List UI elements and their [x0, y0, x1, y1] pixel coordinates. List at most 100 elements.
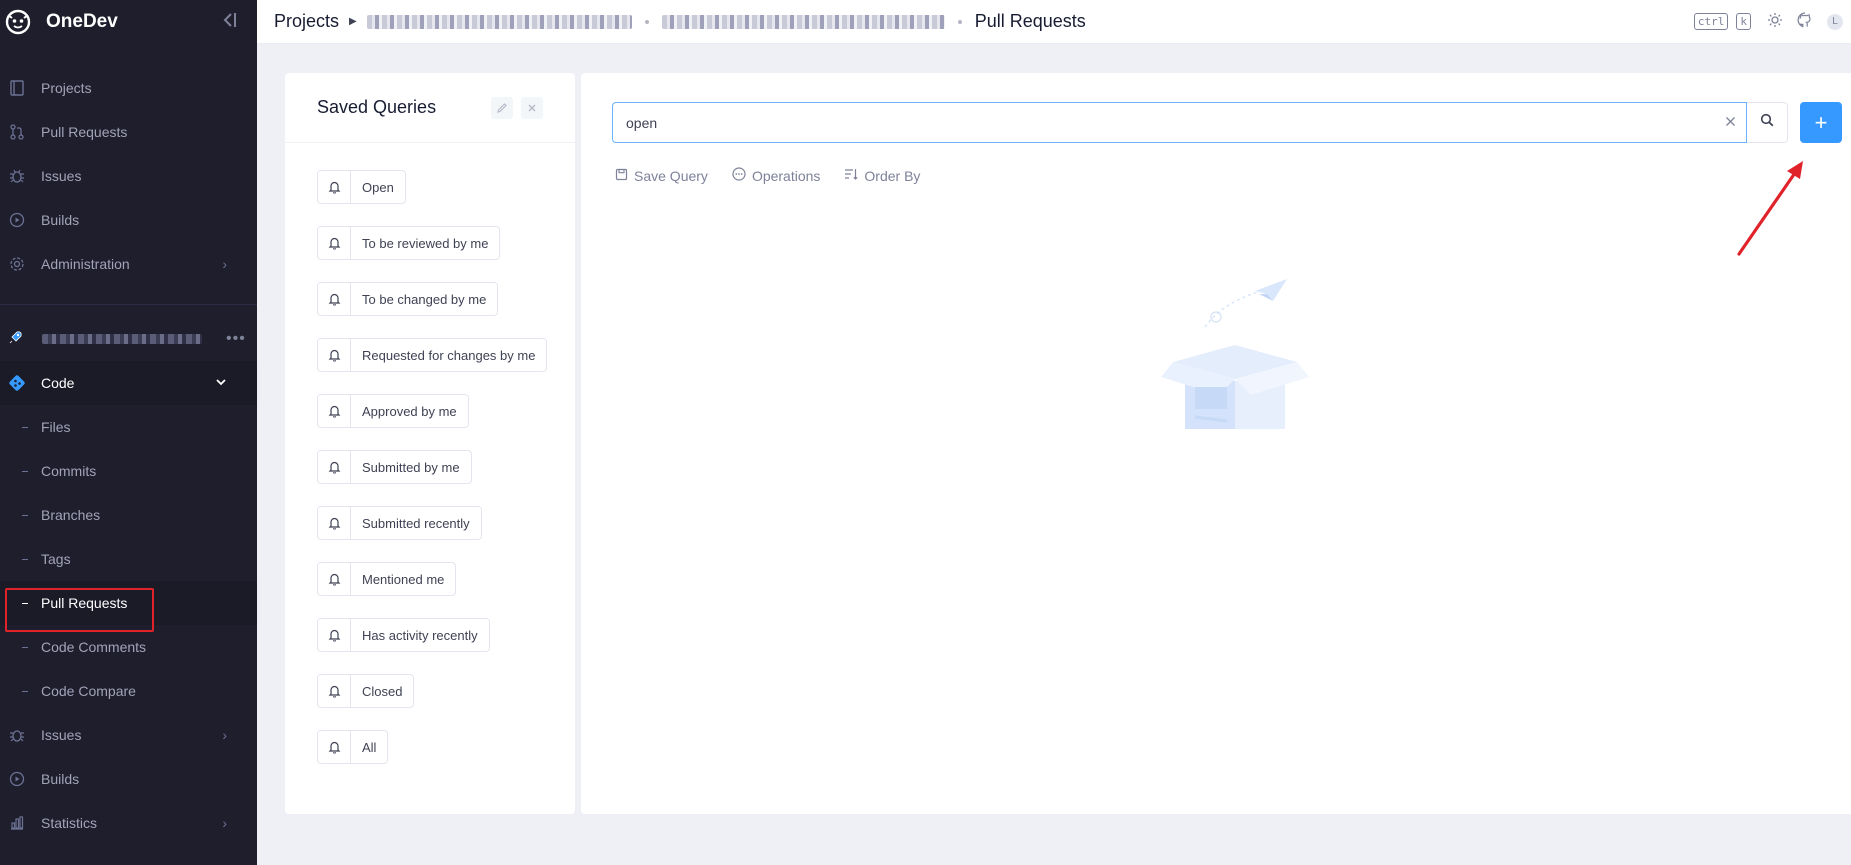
bell-icon[interactable]	[318, 227, 351, 259]
saved-query-row: Requested for changes by me	[317, 338, 575, 394]
sidebar-subitem-pull-requests[interactable]: Pull Requests	[0, 581, 257, 625]
onedev-logo-icon[interactable]	[4, 8, 32, 36]
clear-query-icon[interactable]	[1725, 114, 1736, 130]
sidebar-item-project-builds[interactable]: Builds	[0, 757, 257, 801]
sidebar-item-pull-requests[interactable]: Pull Requests	[0, 110, 257, 154]
sidebar-item-project-issues[interactable]: Issues ›	[0, 713, 257, 757]
sidebar-item-label: Statistics	[41, 815, 98, 831]
project-name-redacted	[42, 334, 202, 344]
bell-icon[interactable]	[318, 507, 351, 539]
breadcrumb-projects[interactable]: Projects	[274, 11, 339, 32]
bell-icon[interactable]	[318, 171, 351, 203]
search-button[interactable]	[1747, 102, 1788, 143]
save-icon	[615, 168, 628, 184]
kbd-ctrl[interactable]: ctrl	[1693, 13, 1729, 30]
bar-chart-icon	[8, 814, 26, 832]
sidebar-item-administration[interactable]: Administration ›	[0, 242, 257, 286]
sidebar-item-projects[interactable]: Projects	[0, 66, 257, 110]
saved-query-item[interactable]: Submitted by me	[317, 450, 472, 484]
saved-query-label[interactable]: To be reviewed by me	[351, 227, 499, 259]
sidebar-subitem-label: Files	[41, 419, 71, 435]
sidebar-item-label: Issues	[41, 727, 82, 743]
sidebar-item-code[interactable]: Code	[0, 361, 257, 405]
sidebar-item-label: Pull Requests	[41, 124, 128, 140]
sidebar-subitem-label: Code Comments	[41, 639, 147, 655]
saved-query-label[interactable]: All	[351, 731, 387, 763]
bell-icon[interactable]	[318, 283, 351, 315]
saved-query-item[interactable]: To be reviewed by me	[317, 226, 501, 260]
sidebar-subitem-code-compare[interactable]: Code Compare	[0, 669, 257, 713]
saved-query-row: To be reviewed by me	[317, 226, 575, 282]
rocket-icon	[8, 329, 24, 350]
bell-icon[interactable]	[318, 395, 351, 427]
topbar-tools: ctrl k L	[1693, 12, 1843, 31]
bell-icon[interactable]	[318, 451, 351, 483]
breadcrumb-separator	[644, 19, 649, 24]
saved-query-label[interactable]: To be changed by me	[351, 283, 497, 315]
sidebar-item-label: Builds	[41, 212, 80, 228]
saved-query-row: Open	[317, 170, 575, 226]
add-pull-request-button[interactable]: +	[1800, 102, 1842, 143]
more-options-icon[interactable]: •••	[226, 330, 246, 348]
bell-icon[interactable]	[318, 731, 351, 763]
saved-query-row: Closed	[317, 674, 575, 730]
saved-query-item[interactable]: Mentioned me	[317, 562, 457, 596]
saved-query-item[interactable]: Approved by me	[317, 394, 469, 428]
saved-query-label[interactable]: Mentioned me	[351, 563, 455, 595]
breadcrumb-parent-redacted[interactable]	[366, 14, 632, 29]
saved-query-item[interactable]: To be changed by me	[317, 282, 499, 316]
breadcrumb-arrow-icon: ▶	[349, 16, 357, 27]
saved-query-item[interactable]: Open	[317, 170, 406, 204]
saved-queries-panel: Saved Queries Open To be reviewed by me To…	[285, 73, 575, 814]
sidebar-item-builds[interactable]: Builds	[0, 198, 257, 242]
saved-query-item[interactable]: All	[317, 730, 389, 764]
sidebar-subitem-files[interactable]: Files	[0, 405, 257, 449]
saved-query-label[interactable]: Approved by me	[351, 395, 468, 427]
saved-query-label[interactable]: Submitted by me	[351, 451, 471, 483]
operations-button[interactable]: Operations	[732, 167, 820, 184]
saved-query-label[interactable]: Open	[351, 171, 405, 203]
user-avatar[interactable]: L	[1827, 13, 1843, 30]
sun-icon[interactable]	[1767, 12, 1783, 31]
empty-state-illustration-icon	[1155, 259, 1315, 445]
saved-query-label[interactable]: Has activity recently	[351, 619, 489, 651]
close-panel-button[interactable]	[521, 96, 543, 119]
kbd-k[interactable]: k	[1736, 13, 1751, 30]
edit-queries-button[interactable]	[491, 96, 513, 119]
saved-query-row: Submitted by me	[317, 450, 575, 506]
saved-queries-list: Open To be reviewed by me To be changed by…	[285, 143, 575, 786]
sidebar-subitem-branches[interactable]: Branches	[0, 493, 257, 537]
github-icon[interactable]	[1797, 12, 1813, 31]
bug-icon	[8, 726, 26, 744]
gear-icon	[8, 255, 26, 273]
topbar: Projects ▶ Pull Requests ctrl k L	[257, 0, 1851, 44]
current-project[interactable]: •••	[0, 317, 257, 361]
bell-icon[interactable]	[318, 339, 351, 371]
saved-query-row: Approved by me	[317, 394, 575, 450]
saved-query-item[interactable]: Closed	[317, 674, 415, 708]
saved-query-item[interactable]: Submitted recently	[317, 506, 482, 540]
sidebar-subitem-commits[interactable]: Commits	[0, 449, 257, 493]
bell-icon[interactable]	[318, 619, 351, 651]
query-input[interactable]	[612, 102, 1747, 143]
sidebar-item-statistics[interactable]: Statistics ›	[0, 801, 257, 845]
sidebar-item-issues[interactable]: Issues	[0, 154, 257, 198]
bell-icon[interactable]	[318, 563, 351, 595]
sidebar-subitem-code-comments[interactable]: Code Comments	[0, 625, 257, 669]
app-name[interactable]: OneDev	[46, 11, 118, 33]
saved-query-label[interactable]: Closed	[351, 675, 413, 707]
save-query-button[interactable]: Save Query	[615, 167, 708, 184]
saved-query-item[interactable]: Requested for changes by me	[317, 338, 548, 372]
saved-query-label[interactable]: Requested for changes by me	[351, 339, 546, 371]
saved-query-item[interactable]: Has activity recently	[317, 618, 490, 652]
saved-query-label[interactable]: Submitted recently	[351, 507, 481, 539]
bell-icon[interactable]	[318, 675, 351, 707]
sidebar-subitem-label: Code Compare	[41, 683, 136, 699]
breadcrumb-project-redacted[interactable]	[661, 14, 945, 29]
more-circle-icon	[732, 167, 746, 184]
book-icon	[8, 79, 26, 97]
order-by-button[interactable]: Order By	[844, 167, 920, 184]
collapse-sidebar-icon[interactable]	[221, 11, 237, 34]
saved-query-row: To be changed by me	[317, 282, 575, 338]
sidebar-subitem-tags[interactable]: Tags	[0, 537, 257, 581]
